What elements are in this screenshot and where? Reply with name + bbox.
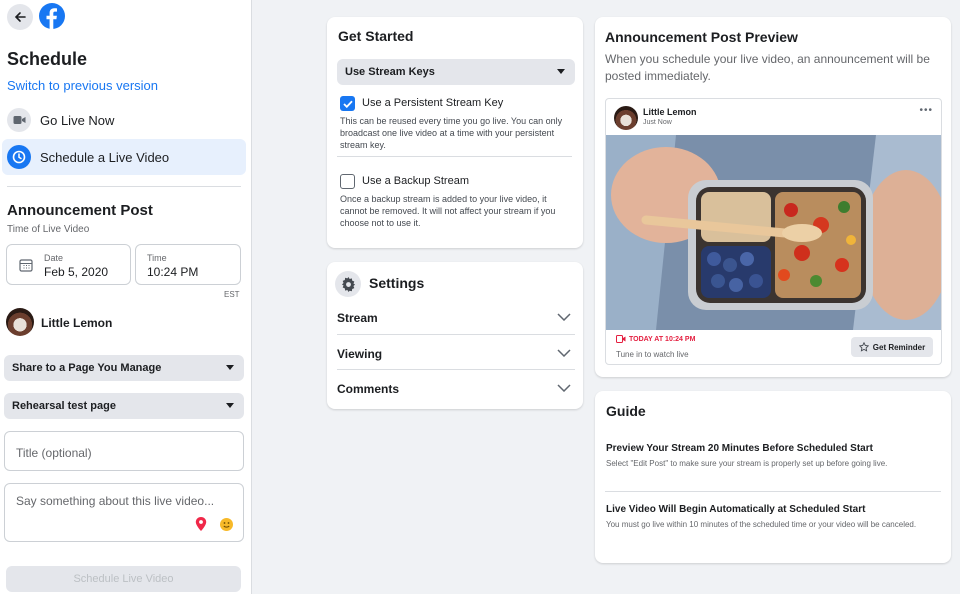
left-panel: Schedule Switch to previous version Go L… (0, 0, 252, 594)
page-select[interactable]: Rehearsal test page (4, 393, 244, 419)
post-photo (606, 135, 941, 330)
preview-description: When you schedule your live video, an an… (605, 52, 930, 83)
back-button[interactable] (7, 4, 33, 30)
emoji-icon[interactable] (220, 518, 233, 531)
option-label: Go Live Now (40, 112, 115, 128)
preview-title: Announcement Post Preview (605, 29, 798, 45)
time-value: 10:24 PM (147, 265, 199, 279)
settings-row-comments[interactable]: Comments (337, 371, 575, 407)
calendar-icon (19, 259, 33, 272)
checkmark-icon (342, 100, 353, 108)
settings-row-label: Stream (337, 311, 378, 325)
chevron-down-icon (557, 313, 571, 321)
persistent-key-checkbox[interactable] (340, 96, 355, 111)
settings-row-stream[interactable]: Stream (337, 300, 575, 336)
guide-item-title: Preview Your Stream 20 Minutes Before Sc… (606, 443, 873, 454)
get-started-card: Get Started Use Stream Keys Use a Persis… (327, 17, 583, 248)
divider (337, 369, 575, 370)
announcement-title: Announcement Post (7, 202, 153, 219)
guide-card: Guide Preview Your Stream 20 Minutes Bef… (595, 391, 951, 563)
more-options-icon[interactable]: ••• (919, 105, 933, 116)
divider (337, 334, 575, 335)
backup-stream-label: Use a Backup Stream (362, 175, 469, 187)
chevron-down-icon (557, 349, 571, 357)
select-label: Share to a Page You Manage (12, 362, 162, 374)
guide-title: Guide (606, 403, 646, 419)
switch-version-link[interactable]: Switch to previous version (7, 78, 158, 93)
date-field[interactable]: Date Feb 5, 2020 (6, 244, 131, 285)
time-field[interactable]: Time 10:24 PM (135, 244, 241, 285)
get-started-title: Get Started (338, 28, 414, 44)
settings-title: Settings (369, 275, 425, 291)
chevron-down-icon (557, 384, 571, 392)
page-title: Schedule (7, 49, 88, 69)
live-time-info: TODAY AT 10:24 PM (616, 335, 695, 343)
date-value: Feb 5, 2020 (44, 265, 109, 279)
settings-card: Settings Stream Viewing Comments (327, 262, 583, 409)
arrow-left-icon (14, 12, 26, 22)
live-time: TODAY AT 10:24 PM (629, 335, 696, 343)
persistent-key-description: This can be reused every time you go liv… (340, 116, 563, 150)
date-label: Date (44, 253, 64, 263)
schedule-live-video-button[interactable]: Schedule Live Video (6, 566, 241, 592)
select-label: Rehearsal test page (12, 400, 116, 412)
caret-down-icon (226, 403, 234, 408)
star-icon (858, 342, 869, 352)
divider (605, 491, 941, 492)
reminder-label: Get Reminder (872, 342, 926, 352)
get-reminder-button[interactable]: Get Reminder (851, 337, 933, 357)
facebook-logo-icon[interactable] (39, 3, 65, 29)
tune-in-text: Tune in to watch live (616, 350, 689, 359)
settings-row-label: Viewing (337, 347, 383, 361)
video-camera-icon (7, 108, 31, 132)
guide-item-title: Live Video Will Begin Automatically at S… (606, 504, 866, 515)
preview-post: Little Lemon Just Now ••• TODAY AT 10:24… (605, 98, 942, 365)
backup-stream-checkbox[interactable] (340, 174, 355, 189)
gear-icon (335, 271, 361, 297)
guide-item-description: Select "Edit Post" to make sure your str… (606, 459, 888, 468)
announcement-preview-card: Announcement Post Preview When you sched… (595, 17, 951, 377)
divider (7, 186, 241, 187)
post-time: Just Now (643, 119, 672, 126)
caret-down-icon (557, 69, 565, 74)
description-input[interactable]: Say something about this live video... (4, 483, 244, 542)
backup-stream-description: Once a backup stream is added to your li… (340, 194, 556, 228)
stream-keys-select[interactable]: Use Stream Keys (337, 59, 575, 85)
post-author: Little Lemon (643, 107, 697, 117)
page-avatar (6, 308, 34, 336)
divider (337, 156, 572, 157)
timezone-label: EST (224, 290, 240, 299)
settings-row-viewing[interactable]: Viewing (337, 336, 575, 372)
time-label: Time (147, 253, 167, 263)
post-avatar (614, 106, 638, 130)
clock-icon (7, 145, 31, 169)
time-of-live-label: Time of Live Video (7, 224, 90, 235)
persistent-key-label: Use a Persistent Stream Key (362, 97, 504, 109)
description-placeholder: Say something about this live video... (16, 494, 215, 508)
title-input[interactable]: Title (optional) (4, 431, 244, 471)
option-go-live-now[interactable]: Go Live Now (2, 102, 246, 138)
location-pin-icon[interactable] (195, 517, 207, 531)
caret-down-icon (226, 365, 234, 370)
page-name: Little Lemon (41, 316, 113, 330)
select-label: Use Stream Keys (345, 66, 435, 78)
live-video-icon (616, 335, 626, 343)
guide-item-description: You must go live within 10 minutes of th… (606, 520, 917, 529)
title-placeholder: Title (optional) (16, 446, 92, 460)
option-schedule-live-video[interactable]: Schedule a Live Video (2, 139, 246, 175)
share-to-page-select[interactable]: Share to a Page You Manage (4, 355, 244, 381)
settings-row-label: Comments (337, 382, 400, 396)
option-label: Schedule a Live Video (40, 149, 170, 165)
